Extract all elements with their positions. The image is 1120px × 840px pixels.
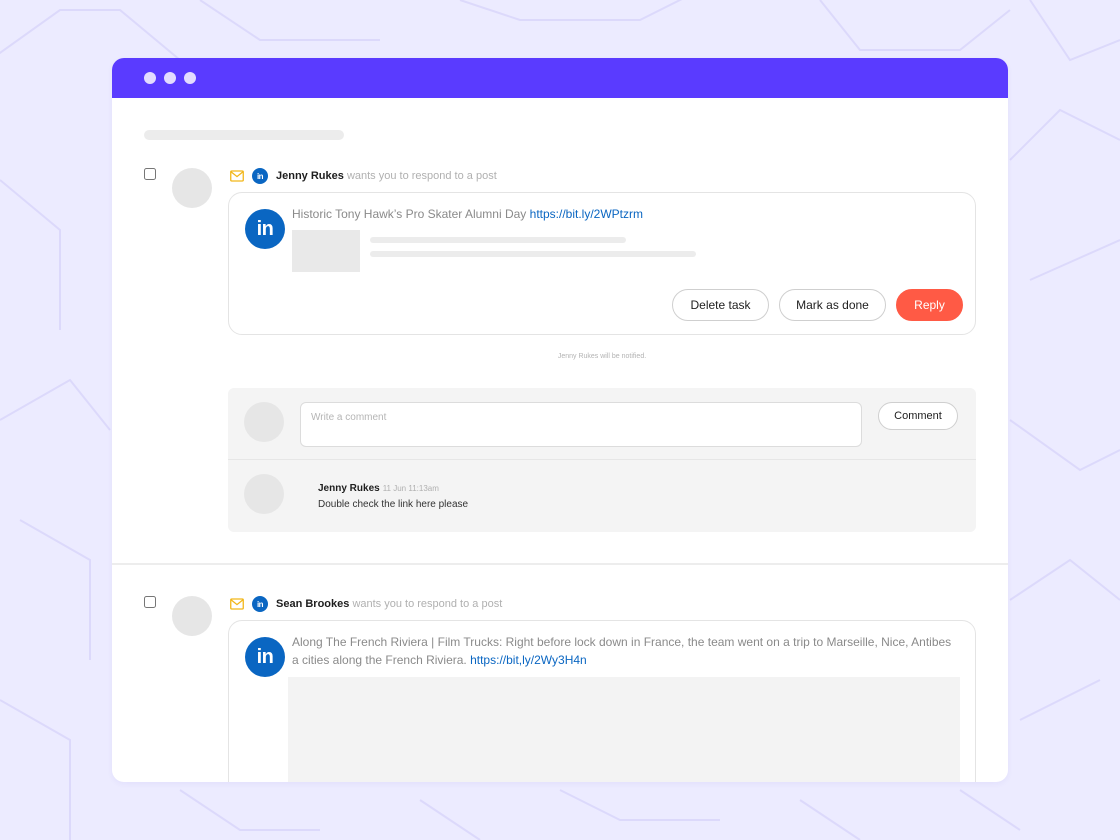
task-checkbox[interactable] — [144, 168, 156, 180]
author-name[interactable]: Sean Brookes — [276, 598, 349, 610]
comment-panel: Comment Jenny Rukes11 Jun 11:13am Double… — [228, 388, 976, 532]
post-title: Along The French Riviera | Film Trucks: … — [292, 635, 952, 649]
mark-as-done-button[interactable]: Mark as done — [779, 289, 886, 321]
link-preview-skeleton — [370, 237, 626, 243]
post-title-continued: a cities along the French Riviera. — [292, 653, 467, 667]
task-action-text: wants you to respond to a post — [352, 598, 503, 610]
window-dot-icon[interactable] — [144, 72, 156, 84]
linkedin-icon: in — [252, 596, 268, 612]
media-placeholder — [288, 677, 960, 782]
author-name[interactable]: Jenny Rukes — [276, 170, 344, 182]
avatar — [172, 168, 212, 208]
reply-button[interactable]: Reply — [896, 289, 963, 321]
comment-author-name[interactable]: Jenny Rukes — [318, 483, 380, 494]
task-divider — [112, 563, 1008, 565]
notify-notice: Jenny Rukes will be notified. — [557, 353, 647, 360]
app-window: in Jenny Rukes wants you to respond to a… — [112, 58, 1008, 782]
comment-text: Double check the link here please — [318, 499, 469, 510]
post-text-line: a cities along the French Riviera. https… — [292, 651, 962, 669]
window-titlebar — [112, 58, 1008, 98]
post-text: Historic Tony Hawk’s Pro Skater Alumni D… — [292, 205, 643, 223]
task-header: Sean Brookes wants you to respond to a p… — [276, 598, 502, 610]
title-skeleton — [144, 130, 344, 140]
linkedin-icon: in — [245, 209, 285, 249]
post-title: Historic Tony Hawk’s Pro Skater Alumni D… — [292, 207, 527, 221]
divider — [228, 459, 976, 460]
avatar — [244, 474, 284, 514]
window-dot-icon[interactable] — [184, 72, 196, 84]
post-link[interactable]: https://bit,ly/2Wy3H4n — [470, 653, 587, 667]
comment-input[interactable] — [300, 402, 862, 447]
post-link[interactable]: https://bit.ly/2WPtzrm — [530, 207, 643, 221]
task-header: Jenny Rukes wants you to respond to a po… — [276, 170, 497, 182]
delete-task-button[interactable]: Delete task — [672, 289, 769, 321]
link-preview-thumbnail — [292, 230, 360, 272]
comment-timestamp: 11 Jun 11:13am — [382, 484, 439, 493]
linkedin-icon: in — [252, 168, 268, 184]
comment-author: Jenny Rukes 11 Jun 11:13am — [318, 483, 439, 494]
comment-button[interactable]: Comment — [878, 402, 958, 430]
mail-icon — [230, 598, 244, 610]
avatar — [244, 402, 284, 442]
post-card: in Along The French Riviera | Film Truck… — [228, 620, 976, 782]
post-card: in Historic Tony Hawk’s Pro Skater Alumn… — [228, 192, 976, 335]
avatar — [172, 596, 212, 636]
task-checkbox[interactable] — [144, 596, 156, 608]
task-action-text: wants you to respond to a post — [346, 170, 497, 182]
link-preview-skeleton — [370, 251, 696, 257]
window-dot-icon[interactable] — [164, 72, 176, 84]
post-text: Along The French Riviera | Film Trucks: … — [292, 633, 962, 669]
linkedin-icon: in — [245, 637, 285, 677]
mail-icon — [230, 170, 244, 182]
